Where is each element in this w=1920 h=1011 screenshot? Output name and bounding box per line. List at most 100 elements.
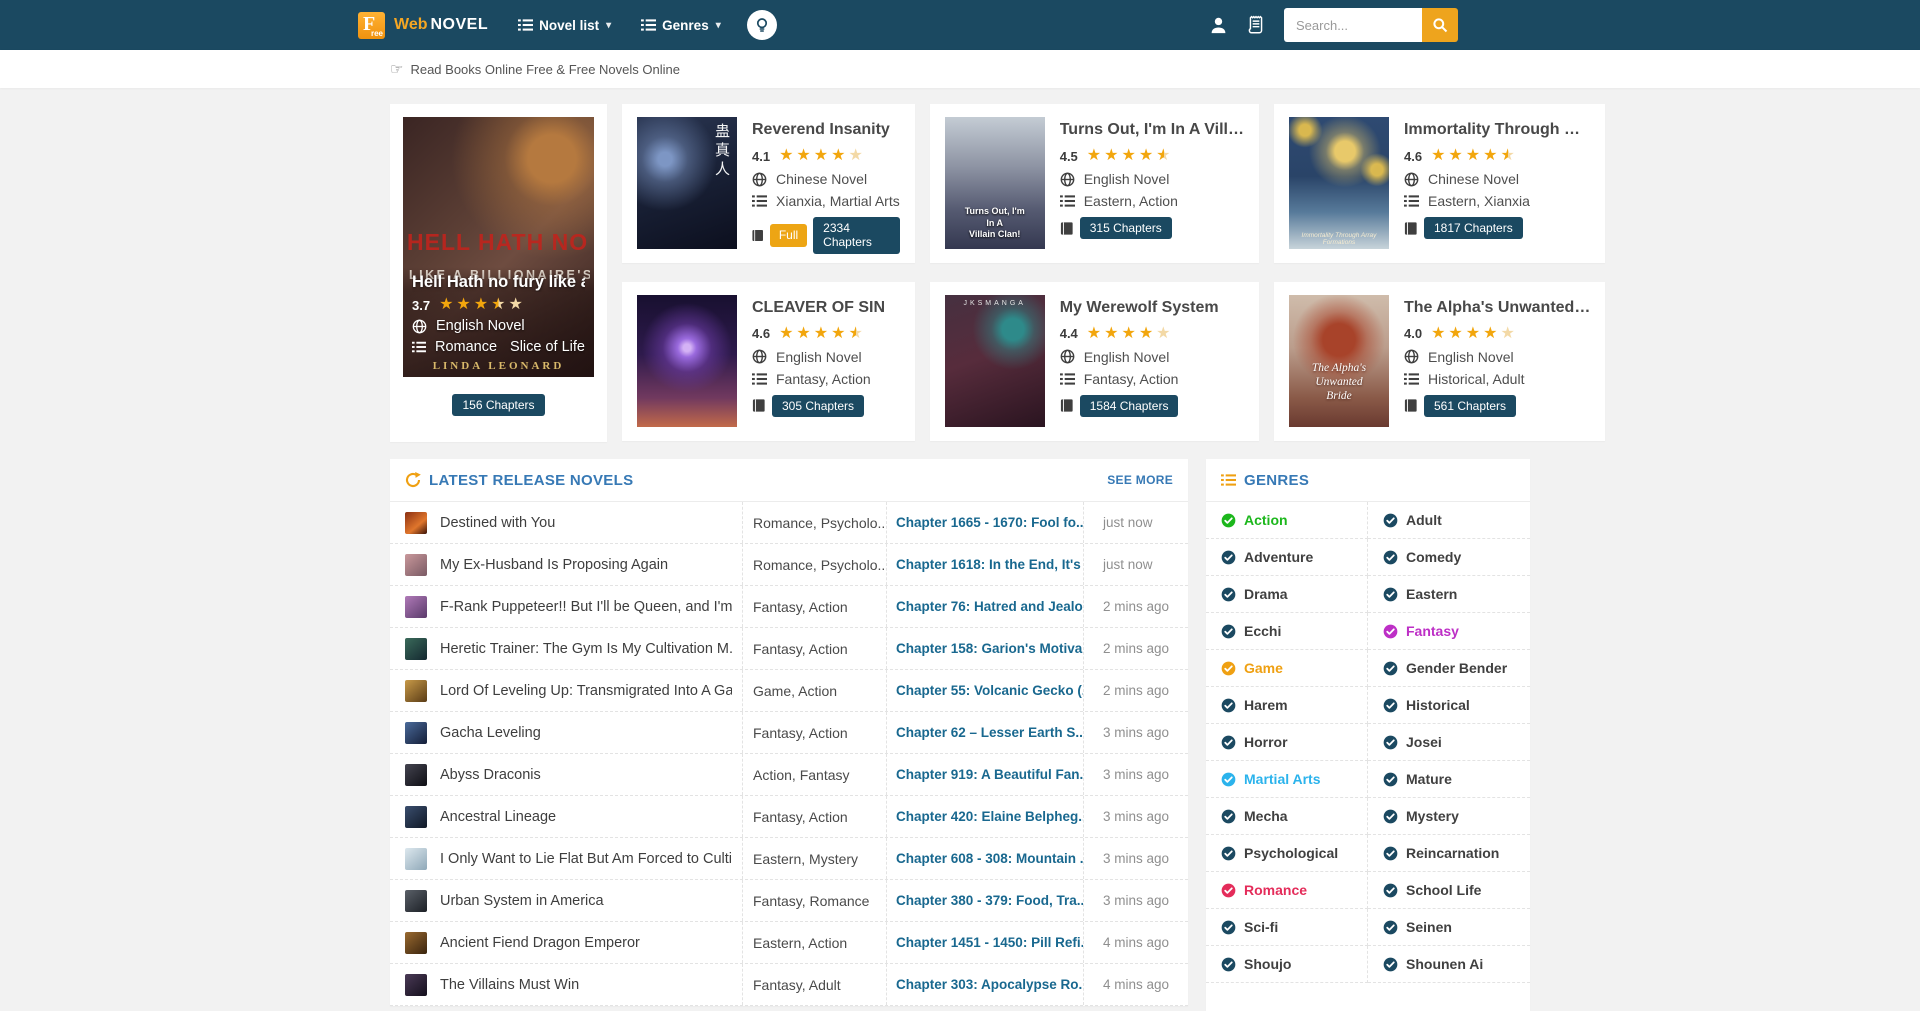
chapter-link[interactable]: Chapter 919: A Beautiful Fan...: [896, 767, 1083, 782]
genre-item[interactable]: Sci-fi: [1206, 909, 1368, 946]
latest-release-panel: LATEST RELEASE NOVELS SEE MORE Destined …: [390, 459, 1188, 1006]
genre-item[interactable]: Game: [1206, 650, 1368, 687]
globe-icon: [1060, 349, 1075, 364]
novel-thumbnail[interactable]: [405, 932, 427, 954]
genre-item[interactable]: Comedy: [1368, 539, 1530, 576]
novel-thumbnail[interactable]: [405, 554, 427, 576]
genre-item[interactable]: Gender Bender: [1368, 650, 1530, 687]
novel-title-link[interactable]: Gacha Leveling: [440, 725, 541, 741]
novel-thumbnail[interactable]: [405, 890, 427, 912]
genre-item[interactable]: Mecha: [1206, 798, 1368, 835]
novel-title[interactable]: The Alpha's Unwanted…: [1404, 299, 1590, 317]
novel-genres: Fantasy, Action: [742, 796, 886, 837]
novel-thumbnail[interactable]: [405, 512, 427, 534]
genre-item[interactable]: Shoujo: [1206, 946, 1368, 983]
novel-title-link[interactable]: Ancient Fiend Dragon Emperor: [440, 935, 640, 951]
genre-item[interactable]: Horror: [1206, 724, 1368, 761]
list-icon: [752, 195, 767, 207]
chapter-link[interactable]: Chapter 76: Hatred and Jealo...: [896, 599, 1083, 614]
novel-thumbnail[interactable]: [405, 596, 427, 618]
genre-item[interactable]: Seinen: [1368, 909, 1530, 946]
novel-cover[interactable]: Turns Out, I'mIn AVillain Clan!: [945, 117, 1045, 249]
hero-cover[interactable]: HELL HATH NO FURY LIKE A BILLIONAIRE'S E…: [403, 117, 594, 377]
novel-title-link[interactable]: My Ex-Husband Is Proposing Again: [440, 557, 668, 573]
genre-item[interactable]: Shounen Ai: [1368, 946, 1530, 983]
book-icon: [1404, 221, 1418, 236]
novel-title-link[interactable]: Abyss Draconis: [440, 767, 541, 783]
novel-title-link[interactable]: Lord Of Leveling Up: Transmigrated Into …: [440, 683, 732, 699]
theme-toggle-button[interactable]: [747, 10, 777, 40]
novel-thumbnail[interactable]: [405, 764, 427, 786]
genre-item[interactable]: Historical: [1368, 687, 1530, 724]
check-circle-icon: [1221, 920, 1236, 935]
chapter-link[interactable]: Chapter 1451 - 1450: Pill Refi...: [896, 935, 1083, 950]
chapter-link[interactable]: Chapter 62 – Lesser Earth S...: [896, 725, 1083, 740]
search-input[interactable]: [1284, 8, 1422, 42]
chapter-link[interactable]: Chapter 55: Volcanic Gecko (...: [896, 683, 1083, 698]
novel-thumbnail[interactable]: [405, 680, 427, 702]
star-rating: ★★★★★: [1087, 326, 1171, 342]
hero-title[interactable]: Hell Hath no fury like a bi...: [412, 273, 585, 292]
novel-cover[interactable]: 蛊真人: [637, 117, 737, 249]
novel-chapters: 561 Chapters: [1404, 395, 1590, 417]
genre-item[interactable]: Fantasy: [1368, 613, 1530, 650]
novel-thumbnail[interactable]: [405, 974, 427, 996]
genre-grid: Action Adult Adventure Comedy Drama East…: [1206, 502, 1530, 983]
novel-cover[interactable]: Immortality Through Array Formations: [1289, 117, 1389, 249]
lightbulb-icon: [754, 17, 770, 34]
novel-title-link[interactable]: Ancestral Lineage: [440, 809, 556, 825]
novel-thumbnail[interactable]: [405, 848, 427, 870]
novel-title-link[interactable]: I Only Want to Lie Flat But Am Forced to…: [440, 851, 732, 867]
genre-item[interactable]: Martial Arts: [1206, 761, 1368, 798]
novel-title-link[interactable]: Destined with You: [440, 515, 555, 531]
genre-item[interactable]: Drama: [1206, 576, 1368, 613]
user-icon[interactable]: [1209, 16, 1228, 35]
genre-item[interactable]: Reincarnation: [1368, 835, 1530, 872]
genre-item[interactable]: Mystery: [1368, 798, 1530, 835]
star-icon: ★: [1087, 326, 1101, 342]
genre-item[interactable]: Action: [1206, 502, 1368, 539]
chapter-link[interactable]: Chapter 380 - 379: Food, Tra...: [896, 893, 1083, 908]
genre-item[interactable]: Harem: [1206, 687, 1368, 724]
genre-item[interactable]: Psychological: [1206, 835, 1368, 872]
search-button[interactable]: [1422, 8, 1458, 42]
novel-thumbnail[interactable]: [405, 806, 427, 828]
hero-cover-art-title: HELL HATH NO FURY: [407, 231, 590, 254]
chapter-link[interactable]: Chapter 1618: In the End, It's ...: [896, 557, 1083, 572]
genre-item[interactable]: School Life: [1368, 872, 1530, 909]
chapter-link[interactable]: Chapter 303: Apocalypse Ro...: [896, 977, 1083, 992]
nav-novel-list[interactable]: Novel list ▾: [518, 18, 611, 33]
genre-item[interactable]: Josei: [1368, 724, 1530, 761]
novel-title[interactable]: Reverend Insanity: [752, 121, 900, 139]
novel-title-link[interactable]: The Villains Must Win: [440, 977, 579, 993]
chapter-link[interactable]: Chapter 608 - 308: Mountain ...: [896, 851, 1083, 866]
site-logo[interactable]: Free Web NOVEL: [358, 12, 488, 39]
genre-item[interactable]: Adventure: [1206, 539, 1368, 576]
novel-title[interactable]: My Werewolf System: [1060, 299, 1244, 317]
cover-art-text: The Alpha'sUnwantedBride: [1289, 361, 1389, 404]
novel-title-link[interactable]: F-Rank Puppeteer!! But I'll be Queen, an…: [440, 599, 732, 615]
novel-thumbnail[interactable]: [405, 722, 427, 744]
check-circle-icon: [1221, 957, 1236, 972]
novel-title[interactable]: Immortality Through …: [1404, 121, 1590, 139]
genre-item[interactable]: Ecchi: [1206, 613, 1368, 650]
novel-thumbnail[interactable]: [405, 638, 427, 660]
nav-genres[interactable]: Genres ▾: [641, 18, 721, 33]
novel-title-link[interactable]: Heretic Trainer: The Gym Is My Cultivati…: [440, 641, 732, 657]
see-more-link[interactable]: SEE MORE: [1107, 473, 1173, 487]
chapter-link[interactable]: Chapter 158: Garion's Motiva...: [896, 641, 1083, 656]
novel-title-link[interactable]: Urban System in America: [440, 893, 604, 909]
chapter-link[interactable]: Chapter 420: Elaine Belpheg...: [896, 809, 1083, 824]
featured-novel-card: Immortality Through Array Formations Imm…: [1274, 104, 1605, 263]
news-icon[interactable]: [1246, 15, 1266, 35]
chapter-link[interactable]: Chapter 1665 - 1670: Fool fo...: [896, 515, 1083, 530]
novel-cover[interactable]: [637, 295, 737, 427]
novel-cover[interactable]: The Alpha'sUnwantedBride: [1289, 295, 1389, 427]
genre-item[interactable]: Mature: [1368, 761, 1530, 798]
genre-item[interactable]: Romance: [1206, 872, 1368, 909]
novel-title[interactable]: CLEAVER OF SIN: [752, 299, 900, 317]
novel-cover[interactable]: JKSMANGA: [945, 295, 1045, 427]
novel-title[interactable]: Turns Out, I'm In A Vill…: [1060, 121, 1244, 139]
genre-item[interactable]: Adult: [1368, 502, 1530, 539]
genre-item[interactable]: Eastern: [1368, 576, 1530, 613]
